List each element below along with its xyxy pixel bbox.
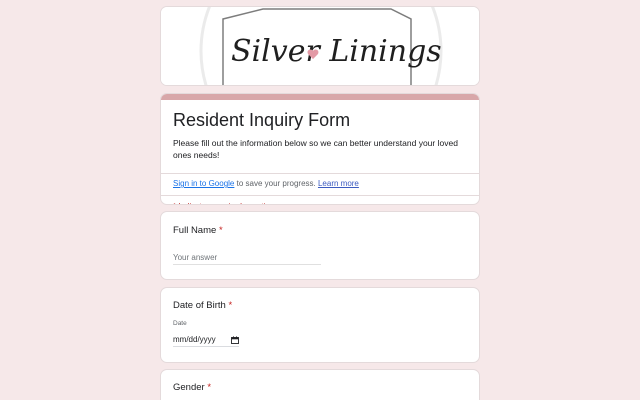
logo-image: Silver Linings bbox=[161, 7, 479, 85]
dob-label: Date of Birth bbox=[173, 300, 226, 311]
required-star: * bbox=[228, 300, 233, 311]
signin-link[interactable]: Sign in to Google bbox=[173, 179, 234, 188]
question-full-name: Full Name * bbox=[160, 211, 480, 280]
form-title: Resident Inquiry Form bbox=[173, 110, 351, 130]
form-header-card: Resident Inquiry Form Please fill out th… bbox=[160, 93, 480, 205]
full-name-label: Full Name bbox=[173, 225, 217, 236]
form-description: Please fill out the information below so… bbox=[173, 138, 458, 160]
logo-text: Silver Linings bbox=[231, 34, 442, 69]
question-label: Full Name * bbox=[173, 225, 223, 236]
required-star: * bbox=[207, 382, 212, 393]
header-banner: Silver Linings bbox=[160, 6, 480, 86]
required-star: * bbox=[218, 225, 223, 236]
signin-row: Sign in to Google to save your progress.… bbox=[161, 173, 479, 195]
date-placeholder: mm/dd/yyyy bbox=[173, 335, 216, 344]
question-date-of-birth: Date of Birth * Date mm/dd/yyyy bbox=[160, 287, 480, 363]
question-gender: Gender * bbox=[160, 369, 480, 400]
signin-text: to save your progress. bbox=[234, 179, 318, 188]
learn-more-link[interactable]: Learn more bbox=[318, 179, 359, 188]
calendar-icon[interactable] bbox=[231, 335, 239, 344]
dob-date-input[interactable]: mm/dd/yyyy bbox=[173, 333, 239, 347]
question-label: Gender * bbox=[173, 382, 211, 393]
required-note: * Indicates required question bbox=[161, 195, 479, 204]
full-name-input[interactable] bbox=[173, 251, 321, 265]
question-label: Date of Birth * bbox=[173, 300, 232, 311]
date-sublabel: Date bbox=[173, 320, 187, 327]
gender-label: Gender bbox=[173, 382, 205, 393]
